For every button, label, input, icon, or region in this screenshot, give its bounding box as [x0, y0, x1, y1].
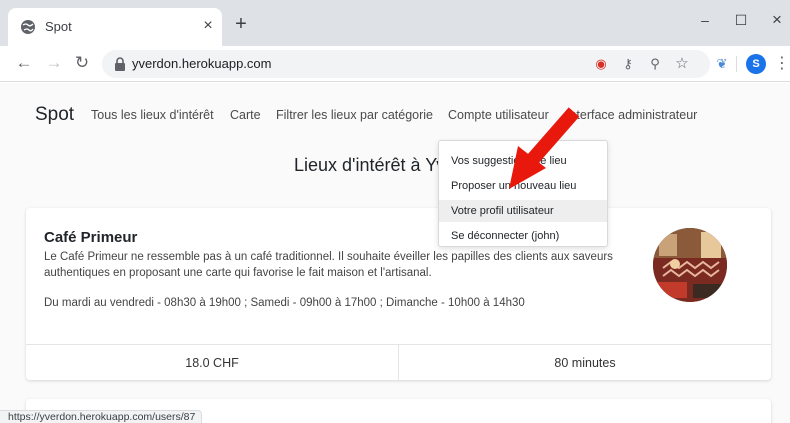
browser-toolbar: ← → ↻ yverdon.herokuapp.com ◉ ⚷ ⚲ ☆ ❦ S … [0, 46, 790, 82]
nav-filter-category[interactable]: Filtrer les lieux par catégorie [276, 108, 433, 122]
extension-feather-icon[interactable]: ❦ [712, 54, 732, 74]
dropdown-item-logout[interactable]: Se déconnecter (john) [439, 225, 607, 247]
place-card-footer: 18.0 CHF 80 minutes [26, 344, 771, 381]
place-description: Le Café Primeur ne ressemble pas à un ca… [44, 251, 613, 279]
zoom-icon[interactable]: ⚲ [646, 55, 664, 73]
reload-button[interactable]: ↻ [70, 51, 94, 75]
tab-title: Spot [45, 19, 72, 34]
url-text: yverdon.herokuapp.com [132, 56, 272, 71]
lock-icon [115, 57, 125, 71]
camera-blocked-icon[interactable]: ◉ [592, 55, 610, 73]
dropdown-item-user-profile[interactable]: Votre profil utilisateur [439, 200, 607, 222]
new-tab-button[interactable]: + [231, 14, 251, 35]
profile-avatar[interactable]: S [746, 54, 766, 74]
key-icon[interactable]: ⚷ [619, 55, 637, 73]
globe-icon [21, 20, 35, 34]
page-content: Spot Tous les lieux d'intérêt Carte Filt… [0, 83, 790, 423]
place-duration: 80 minutes [554, 356, 616, 370]
place-photo [653, 228, 727, 302]
browser-tab[interactable]: Spot × [8, 8, 222, 46]
forward-button[interactable]: → [42, 51, 66, 75]
browser-menu-icon[interactable]: ⋮ [774, 54, 790, 74]
window-close-button[interactable]: × [762, 8, 790, 32]
nav-user-account[interactable]: Compte utilisateur [448, 108, 549, 122]
site-navbar: Spot Tous les lieux d'intérêt Carte Filt… [0, 83, 790, 145]
dropdown-item-propose-place[interactable]: Proposer un nouveau lieu [439, 175, 607, 197]
place-price: 18.0 CHF [185, 356, 239, 370]
user-account-dropdown: Vos suggestions de lieu Proposer un nouv… [438, 140, 608, 247]
nav-map[interactable]: Carte [230, 108, 261, 122]
browser-tab-strip: Spot × + – ☐ × [0, 0, 790, 46]
nav-all-places[interactable]: Tous les lieux d'intérêt [91, 108, 214, 122]
bookmark-star-icon[interactable]: ☆ [673, 55, 691, 73]
status-url-bubble: https://yverdon.herokuapp.com/users/87 [0, 410, 203, 423]
dropdown-item-suggestions[interactable]: Vos suggestions de lieu [439, 150, 607, 172]
place-name[interactable]: Café Primeur [44, 229, 137, 246]
toolbar-divider [736, 56, 737, 72]
address-bar[interactable]: yverdon.herokuapp.com ◉ ⚷ ⚲ ☆ [102, 50, 710, 78]
place-card: Café Primeur Le Café Primeur ne ressembl… [26, 208, 771, 381]
tab-close-icon[interactable]: × [199, 17, 217, 35]
minimize-button[interactable]: – [690, 8, 720, 32]
place-hours: Du mardi au vendredi - 08h30 à 19h00 ; S… [44, 297, 525, 309]
maximize-button[interactable]: ☐ [726, 8, 756, 32]
nav-admin-interface[interactable]: Interface administrateur [566, 108, 697, 122]
site-brand[interactable]: Spot [35, 104, 74, 126]
back-button[interactable]: ← [12, 51, 36, 75]
